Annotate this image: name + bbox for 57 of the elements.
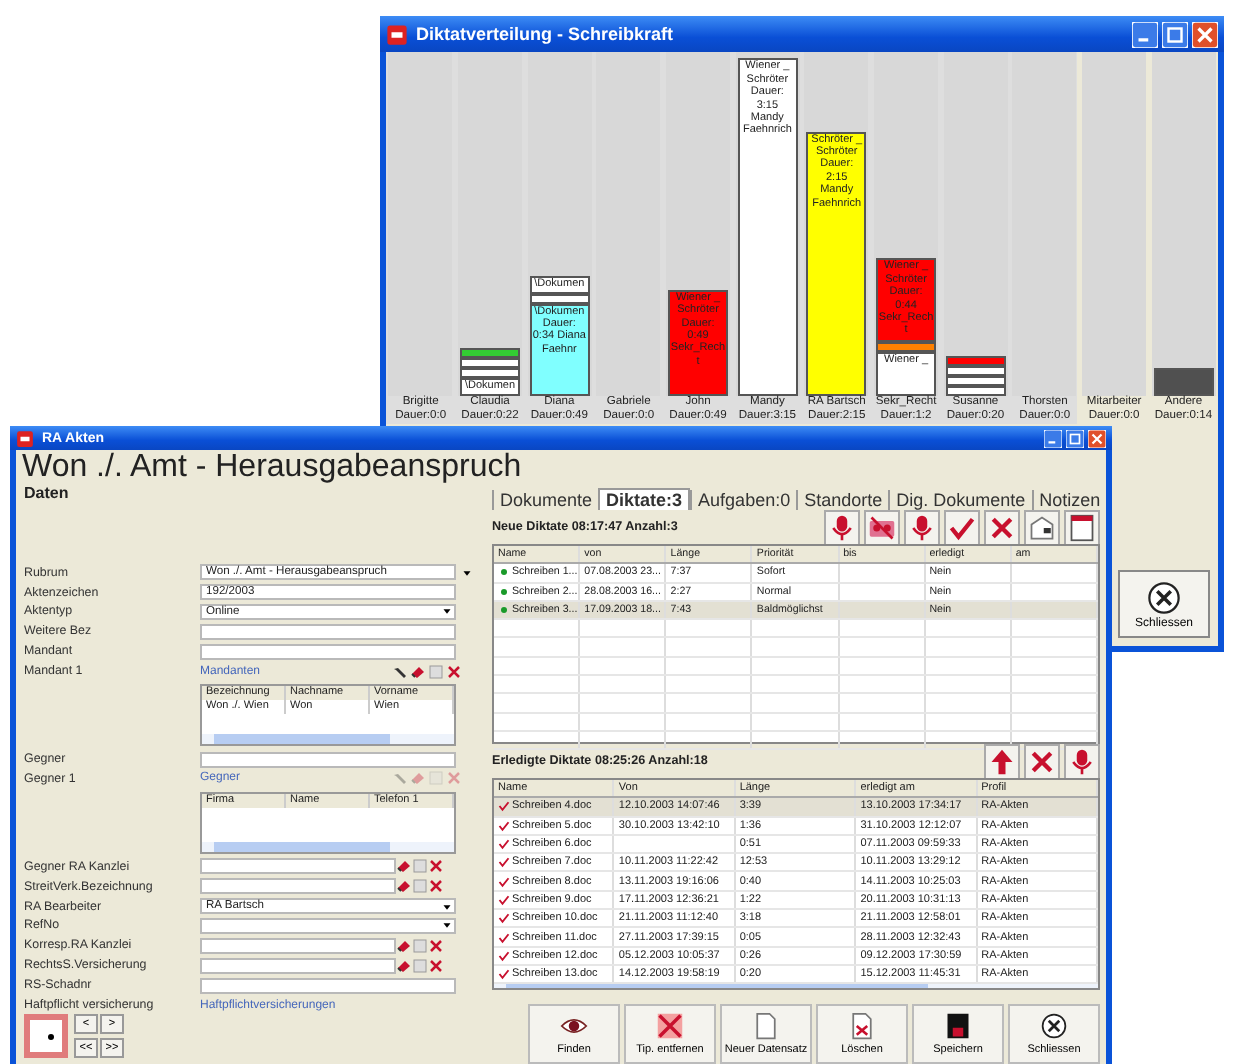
microphone-icon[interactable] bbox=[1064, 743, 1100, 779]
window-title: Diktatverteilung - Schreibkraft bbox=[416, 24, 674, 44]
cross-icon[interactable] bbox=[428, 957, 444, 974]
cross-icon[interactable] bbox=[1024, 743, 1060, 779]
app-icon bbox=[386, 23, 408, 45]
document-cross-icon bbox=[848, 1012, 876, 1040]
minimize-icon[interactable] bbox=[1132, 21, 1158, 47]
floppy-icon bbox=[944, 1012, 972, 1040]
eraser-icon[interactable] bbox=[396, 878, 412, 895]
cross-icon[interactable] bbox=[984, 509, 1020, 545]
pen-icon[interactable] bbox=[392, 663, 408, 680]
eraser-icon[interactable] bbox=[410, 663, 426, 680]
cross-icon[interactable] bbox=[428, 878, 444, 895]
scroll-arrow-icon[interactable] bbox=[460, 565, 474, 580]
microphone-icon[interactable] bbox=[824, 509, 860, 545]
record-indicator bbox=[24, 1014, 68, 1058]
close-icon bbox=[1146, 579, 1182, 615]
text-field[interactable] bbox=[200, 623, 456, 640]
horizontal-scrollbar[interactable] bbox=[202, 841, 454, 852]
cross-icon[interactable] bbox=[446, 663, 462, 680]
text-field[interactable] bbox=[200, 878, 396, 895]
text-field[interactable] bbox=[200, 643, 456, 660]
dropdown-arrow-icon[interactable] bbox=[440, 604, 454, 619]
cross-icon bbox=[656, 1012, 684, 1040]
status-dot-icon bbox=[498, 585, 510, 598]
eraser-icon[interactable] bbox=[396, 957, 412, 974]
case-heading: Won ./. Amt - Herausgabeanspruch bbox=[20, 450, 524, 484]
eraser-icon[interactable] bbox=[396, 858, 412, 875]
maximize-icon[interactable] bbox=[1066, 429, 1084, 447]
text-field[interactable] bbox=[200, 937, 396, 954]
horizontal-scrollbar[interactable] bbox=[202, 734, 454, 745]
text-field[interactable] bbox=[200, 977, 456, 994]
cassette-icon[interactable] bbox=[864, 509, 900, 545]
tab[interactable]: Diktate:3 bbox=[598, 488, 691, 510]
cross-icon[interactable] bbox=[428, 858, 444, 875]
dropdown-field[interactable] bbox=[200, 917, 456, 934]
close-icon[interactable] bbox=[1192, 21, 1218, 47]
text-field[interactable] bbox=[200, 751, 456, 768]
maximize-icon[interactable] bbox=[1162, 21, 1188, 47]
app-icon bbox=[16, 429, 34, 447]
window-icon[interactable] bbox=[1064, 509, 1100, 545]
text-field[interactable] bbox=[200, 858, 396, 875]
cross-icon[interactable] bbox=[428, 937, 444, 954]
microphone-icon[interactable] bbox=[904, 509, 940, 545]
section-title: Daten bbox=[24, 484, 71, 506]
house-icon[interactable] bbox=[1024, 509, 1060, 545]
minimize-icon[interactable] bbox=[1044, 429, 1062, 447]
document-icon bbox=[752, 1012, 780, 1040]
horizontal-scrollbar[interactable] bbox=[494, 984, 1098, 988]
tab[interactable]: Aufgaben:0 bbox=[690, 490, 797, 510]
status-dot-icon bbox=[498, 566, 510, 579]
status-dot-icon bbox=[498, 604, 510, 617]
eraser-icon[interactable] bbox=[396, 937, 412, 954]
text-field[interactable] bbox=[200, 957, 396, 974]
close-icon bbox=[1040, 1012, 1068, 1040]
close-icon[interactable] bbox=[1088, 429, 1106, 447]
check-icon[interactable] bbox=[944, 509, 980, 545]
